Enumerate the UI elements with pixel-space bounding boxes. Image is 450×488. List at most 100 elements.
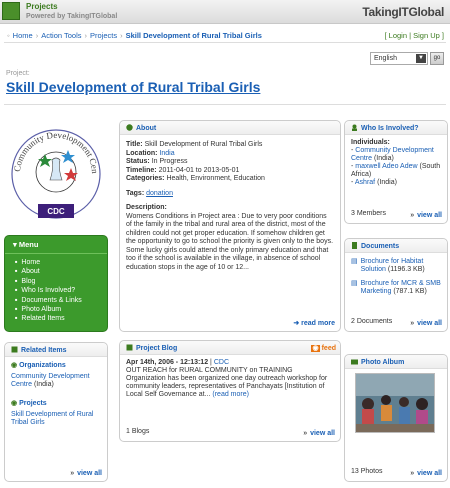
location-link[interactable]: India [159, 150, 174, 157]
file-icon: ▤ [351, 258, 358, 265]
menu-item-blog[interactable]: Blog [15, 277, 97, 286]
title-value: Skill Development of Rural Tribal Girls [144, 141, 263, 148]
album-heading: Photo Album [345, 355, 447, 369]
tag-link[interactable]: donation [146, 190, 173, 197]
page-title[interactable]: Skill Development of Rural Tribal Girls [6, 79, 260, 95]
album-thumbnail[interactable] [355, 373, 435, 433]
documents-count: 2 Documents [351, 318, 393, 325]
status-label: Status: [126, 158, 150, 165]
login-link[interactable]: Login [389, 31, 407, 40]
menu-item-photos[interactable]: Photo Album [15, 305, 97, 314]
project-link[interactable]: Skill Development of Rural Tribal Girls [11, 411, 93, 426]
organization-logo: Community Development Centre CDC [6, 114, 104, 228]
projects-heading: ◉ Projects [11, 400, 47, 407]
auth-links: [ Login | Sign Up ] [384, 31, 444, 40]
project-label: Project: [6, 70, 30, 77]
individuals-label: Individuals: [351, 139, 390, 146]
related-project: Skill Development of Rural Tribal Girls [5, 411, 107, 427]
breadcrumb-action-tools[interactable]: Action Tools [41, 31, 81, 40]
title-label: Title: [126, 141, 143, 148]
organizations-heading: ◉ Organizations [11, 362, 66, 369]
link-icon [11, 346, 18, 353]
rss-icon: ◉ [311, 345, 320, 352]
document-item: ▤ Brochure for Habitat Solution (1196.3 … [351, 258, 425, 273]
blog-view-all[interactable]: view all [303, 430, 335, 437]
who-heading: Who Is Involved? [345, 121, 447, 135]
menu-item-who[interactable]: Who Is Involved? [15, 286, 97, 295]
logo-badge-text: CDC [47, 207, 65, 216]
tags-label: Tags: [126, 189, 145, 197]
breadcrumb-home[interactable]: Home [13, 31, 33, 40]
blog-meta: Apr 14th, 2006 - 12:13:12 | CDC [126, 359, 229, 366]
timeline-value: 2011-04-01 to 2013-05-01 [158, 166, 240, 174]
blog-panel: Project Blog ◉ feed Apr 14th, 2006 - 12:13… [119, 340, 341, 442]
blog-author-link[interactable]: CDC [214, 359, 229, 366]
who-view-all[interactable]: view all [410, 212, 442, 219]
blogs-count: 1 Blogs [126, 428, 150, 435]
menu-item-home[interactable]: Home [15, 258, 97, 267]
categories-value: Health, Environment, Education [166, 175, 265, 182]
member-item: - Ashraf (India) [351, 179, 397, 186]
people-icon [351, 124, 358, 131]
categories-label: Categories: [126, 175, 165, 182]
language-select[interactable]: English ▼ [370, 52, 428, 65]
member-item: - maxwell Adeo Adew (South Africa) [351, 163, 441, 178]
file-icon: ▤ [351, 280, 358, 287]
about-heading: About [120, 121, 340, 135]
breadcrumb: ◦ Home › Action Tools › Projects › Skill Develo… [7, 31, 262, 40]
menu-panel: ▾ Menu Home About Blog Who Is Involved? … [4, 235, 108, 332]
menu-item-documents[interactable]: Documents & Links [15, 296, 97, 305]
blog-heading: Project Blog ◉ feed [120, 341, 340, 355]
menu-heading: ▾ Menu [5, 236, 107, 254]
location-label: Location: [126, 149, 158, 157]
blog-icon [126, 344, 133, 351]
documents-panel: Documents ▤ Brochure for Habitat Solutio… [344, 238, 448, 332]
member-link[interactable]: Ashraf [355, 179, 375, 186]
divider [4, 42, 446, 43]
go-button[interactable]: go [430, 52, 444, 65]
info-icon [126, 124, 133, 131]
document-item: ▤ Brochure for MCR & SMB Marketing (787.… [351, 280, 441, 295]
chevron-down-icon: ▼ [416, 54, 426, 63]
about-panel: About Title: Skill Development of Rural … [119, 120, 341, 332]
powered-by: Powered by TakingITGlobal [26, 13, 118, 20]
menu-item-about[interactable]: About [15, 267, 97, 276]
site-logo-icon[interactable] [2, 2, 20, 20]
who-panel: Who Is Involved? Individuals: - Communit… [344, 120, 448, 224]
read-more-link[interactable]: ➜ read more [293, 319, 335, 327]
organization-icon: ◉ [11, 362, 20, 369]
camera-icon [351, 358, 358, 365]
related-organization: Community Development Centre (India) [11, 373, 90, 388]
description-label: Description: [126, 204, 167, 211]
blog-excerpt: OUT REACH for RURAL COMMUNITY on TRAININ… [126, 367, 328, 398]
arrow-icon: ➜ [293, 320, 302, 327]
divider [4, 104, 446, 105]
photo-album-panel: Photo Album 13 Photos view all [344, 354, 448, 482]
timeline-label: Timeline: [126, 166, 157, 174]
rss-feed-link[interactable]: ◉ feed [311, 344, 336, 352]
related-view-all[interactable]: view all [70, 470, 102, 477]
related-heading: Related Items [5, 343, 107, 357]
breadcrumb-current[interactable]: Skill Development of Rural Tribal Girls [126, 31, 262, 40]
photos-count: 13 Photos [351, 468, 383, 475]
breadcrumb-projects[interactable]: Projects [90, 31, 117, 40]
language-selected: English [374, 55, 397, 62]
blog-date: Apr 14th, 2006 - 12:13:12 [126, 359, 209, 366]
menu-item-related[interactable]: Related Items [15, 314, 97, 323]
site-name[interactable]: Projects [26, 2, 58, 11]
member-link[interactable]: maxwell Adeo Adew [355, 163, 417, 170]
takingitglobal-logo[interactable]: TakingITGlobal [362, 5, 444, 19]
description-text: Womens Conditions in Project area : Due … [126, 212, 334, 271]
documents-heading: Documents [345, 239, 447, 253]
document-icon [351, 242, 358, 249]
breadcrumb-bullet-icon: ◦ [7, 31, 10, 40]
top-bar: Projects Powered by TakingITGlobal Takin… [0, 0, 450, 24]
documents-view-all[interactable]: view all [410, 320, 442, 327]
album-view-all[interactable]: view all [410, 470, 442, 477]
signup-link[interactable]: Sign Up [413, 31, 440, 40]
blog-read-more-link[interactable]: (read more) [212, 391, 249, 398]
status-value: In Progress [151, 158, 188, 165]
member-item: - Community Development Centre (India) [351, 147, 434, 162]
members-count: 3 Members [351, 210, 387, 217]
project-icon: ◉ [11, 400, 20, 407]
